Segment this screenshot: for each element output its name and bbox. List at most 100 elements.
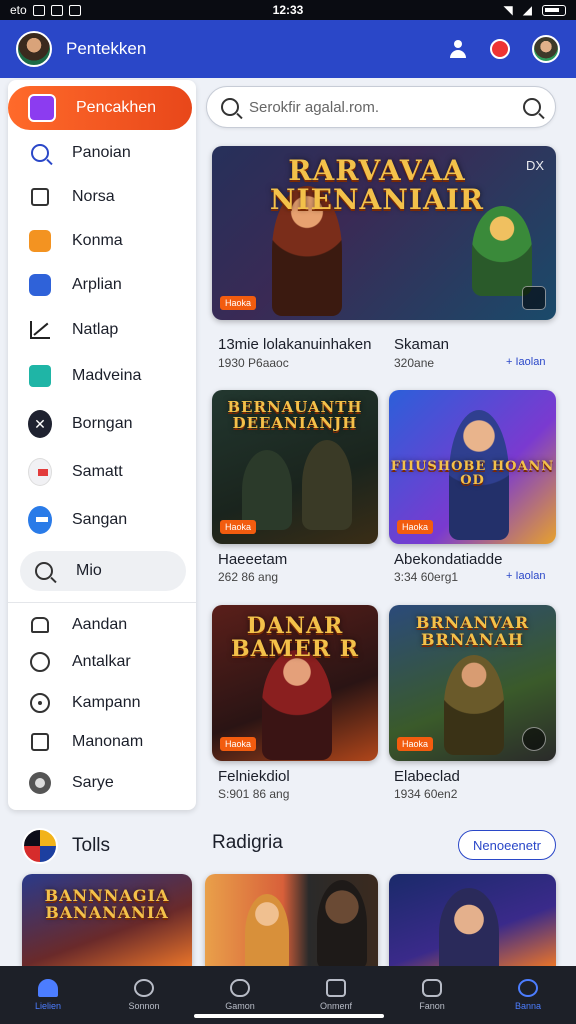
bottom-nav-label: Fanon [419,1001,445,1011]
orange-app-icon [28,229,52,253]
square-icon [28,730,52,754]
shield-icon [230,979,250,997]
featured-banner-title: RARVAVAA NIENANIAIR [269,154,485,217]
x-icon: ✕ [28,410,52,438]
sidebar-item-label: Manonam [72,733,144,750]
featured-banner[interactable]: RARVAVAA NIENANIAIR DX Haoka [212,146,556,320]
sidebar-item-label: Panoian [72,144,131,161]
bottom-nav-label: Sonnon [128,1001,160,1011]
home-icon [28,613,52,637]
search-bar [206,86,556,128]
view-more-button[interactable]: Nenoeenetr [458,830,556,860]
sidebar: Pencakhen Panoian Norsa Konma Arplian Na… [8,80,196,810]
game-card[interactable]: BRNANVAR BRNANAH Haoka [389,605,556,761]
game-title: Felniekdiol [218,768,290,785]
game-meta: 1934 60en2 [394,787,458,801]
grey-circle-icon [28,771,52,795]
bottom-nav-gamepad[interactable]: Fanon [384,966,480,1024]
profile-avatar[interactable] [16,31,52,67]
face-icon [28,650,52,674]
sidebar-item-label: Sangan [72,511,128,528]
search-submit-icon[interactable] [523,98,541,116]
game-banner-title: BERNAUANTH DEEANIANJH [227,398,363,432]
sidebar-item-label: Madveina [72,367,142,384]
featured-title: 13mie lolakanuinhaken [218,336,372,353]
blue-circle-icon [28,506,52,534]
bottom-nav-search[interactable]: Sonnon [96,966,192,1024]
game-title: Abekondatiadde [394,551,503,568]
sidebar-item-konma[interactable]: Konma [8,221,196,261]
battery-icon [542,4,566,16]
account-avatar[interactable] [532,35,560,63]
search-input[interactable] [249,98,523,116]
sidebar-item-mio[interactable]: Mio [20,551,186,591]
game-meta: 3:34 60erg1 [394,570,459,584]
game-card[interactable]: BERNAUANTH DEEANIANJH Haoka [212,390,378,544]
sidebar-item-norsa[interactable]: Norsa [8,177,196,217]
sidebar-item-label: Pencakhen [76,99,157,116]
gesture-bar [194,1014,384,1018]
status-time: 12:33 [272,3,304,17]
teal-app-icon [28,364,52,388]
sidebar-item-borngan[interactable]: ✕ Borngan [8,404,196,444]
sidebar-item-panoian[interactable]: Panoian [8,133,196,173]
search-icon [32,559,56,583]
trend-icon [28,318,52,342]
sidebar-item-label: Antalkar [72,653,131,670]
sidebar-item-label: Natlap [72,321,119,338]
blue-app-icon [28,273,52,297]
sidebar-item-kampann[interactable]: Kampann [8,683,196,723]
search-icon [134,979,154,997]
game-banner-title: DANAR BAMER R [230,613,359,663]
sidebar-item-label: Mio [76,562,102,579]
featured-meta: 1930 P6aaoc [218,356,289,370]
sidebar-item-sangan[interactable]: Sangan [8,500,196,540]
bottom-nav-home[interactable]: Lielien [0,966,96,1024]
user-icon[interactable] [448,39,468,59]
sidebar-item-antalkar[interactable]: Antalkar [8,642,196,682]
search-icon [221,98,239,116]
category-banner[interactable] [205,874,378,966]
sidebar-item-sarye[interactable]: Sarye [8,763,196,803]
game-meta: 262 86 ang [218,570,279,584]
sidebar-item-arplian[interactable]: Arplian [8,265,196,305]
tools-section-header[interactable]: Tolls [0,816,198,876]
bottom-nav-label: Gamon [225,1001,255,1011]
app-bar: Pentekken [0,20,576,78]
game-badge: Haoka [220,520,257,534]
sidebar-item-aandan[interactable]: Aandan [8,605,196,645]
user-icon [518,979,538,997]
sidebar-item-manonam[interactable]: Manonam [8,722,196,762]
sidebar-item-samatt[interactable]: Samatt [8,452,196,492]
notification-icon[interactable] [490,39,510,59]
game-card[interactable]: DANAR BAMER R Haoka [212,605,378,761]
bottom-nav-profile[interactable]: Banna [480,966,576,1024]
sidebar-item-label: Arplian [72,276,122,293]
search-icon [28,141,52,165]
gamepad-icon [422,979,442,997]
play-icon[interactable] [522,727,546,751]
sidebar-item-pencakhen[interactable]: Pencakhen [8,86,192,130]
game-badge: Haoka [397,520,434,534]
game-link[interactable]: + Iaolan [506,570,545,582]
divider [8,602,196,603]
featured-link[interactable]: + Iaolan [506,356,545,368]
app-icon [28,94,56,122]
tools-label: Tolls [72,835,111,856]
tools-banner[interactable]: BANNNAGIA BANANANIA [22,874,192,966]
game-meta: S:901 86 ang [218,787,290,801]
featured-badge: Haoka [220,296,257,310]
game-badge: Haoka [397,737,434,751]
game-banner-title: FIIUSHOBE HOANN OD [390,459,555,488]
category-banner[interactable] [389,874,556,966]
bookmark-icon[interactable] [522,286,546,310]
sidebar-item-label: Aandan [72,616,128,633]
sidebar-item-label: Sarye [72,774,114,791]
flag-icon [28,458,52,486]
sidebar-item-madveina[interactable]: Madveina [8,356,196,396]
bottom-nav-label: Banna [514,1001,542,1011]
sidebar-item-natlap[interactable]: Natlap [8,310,196,350]
game-badge: Haoka [220,737,257,751]
game-card[interactable]: FIIUSHOBE HOANN OD Haoka [389,390,556,544]
featured-meta-right: 320ane [394,356,435,370]
